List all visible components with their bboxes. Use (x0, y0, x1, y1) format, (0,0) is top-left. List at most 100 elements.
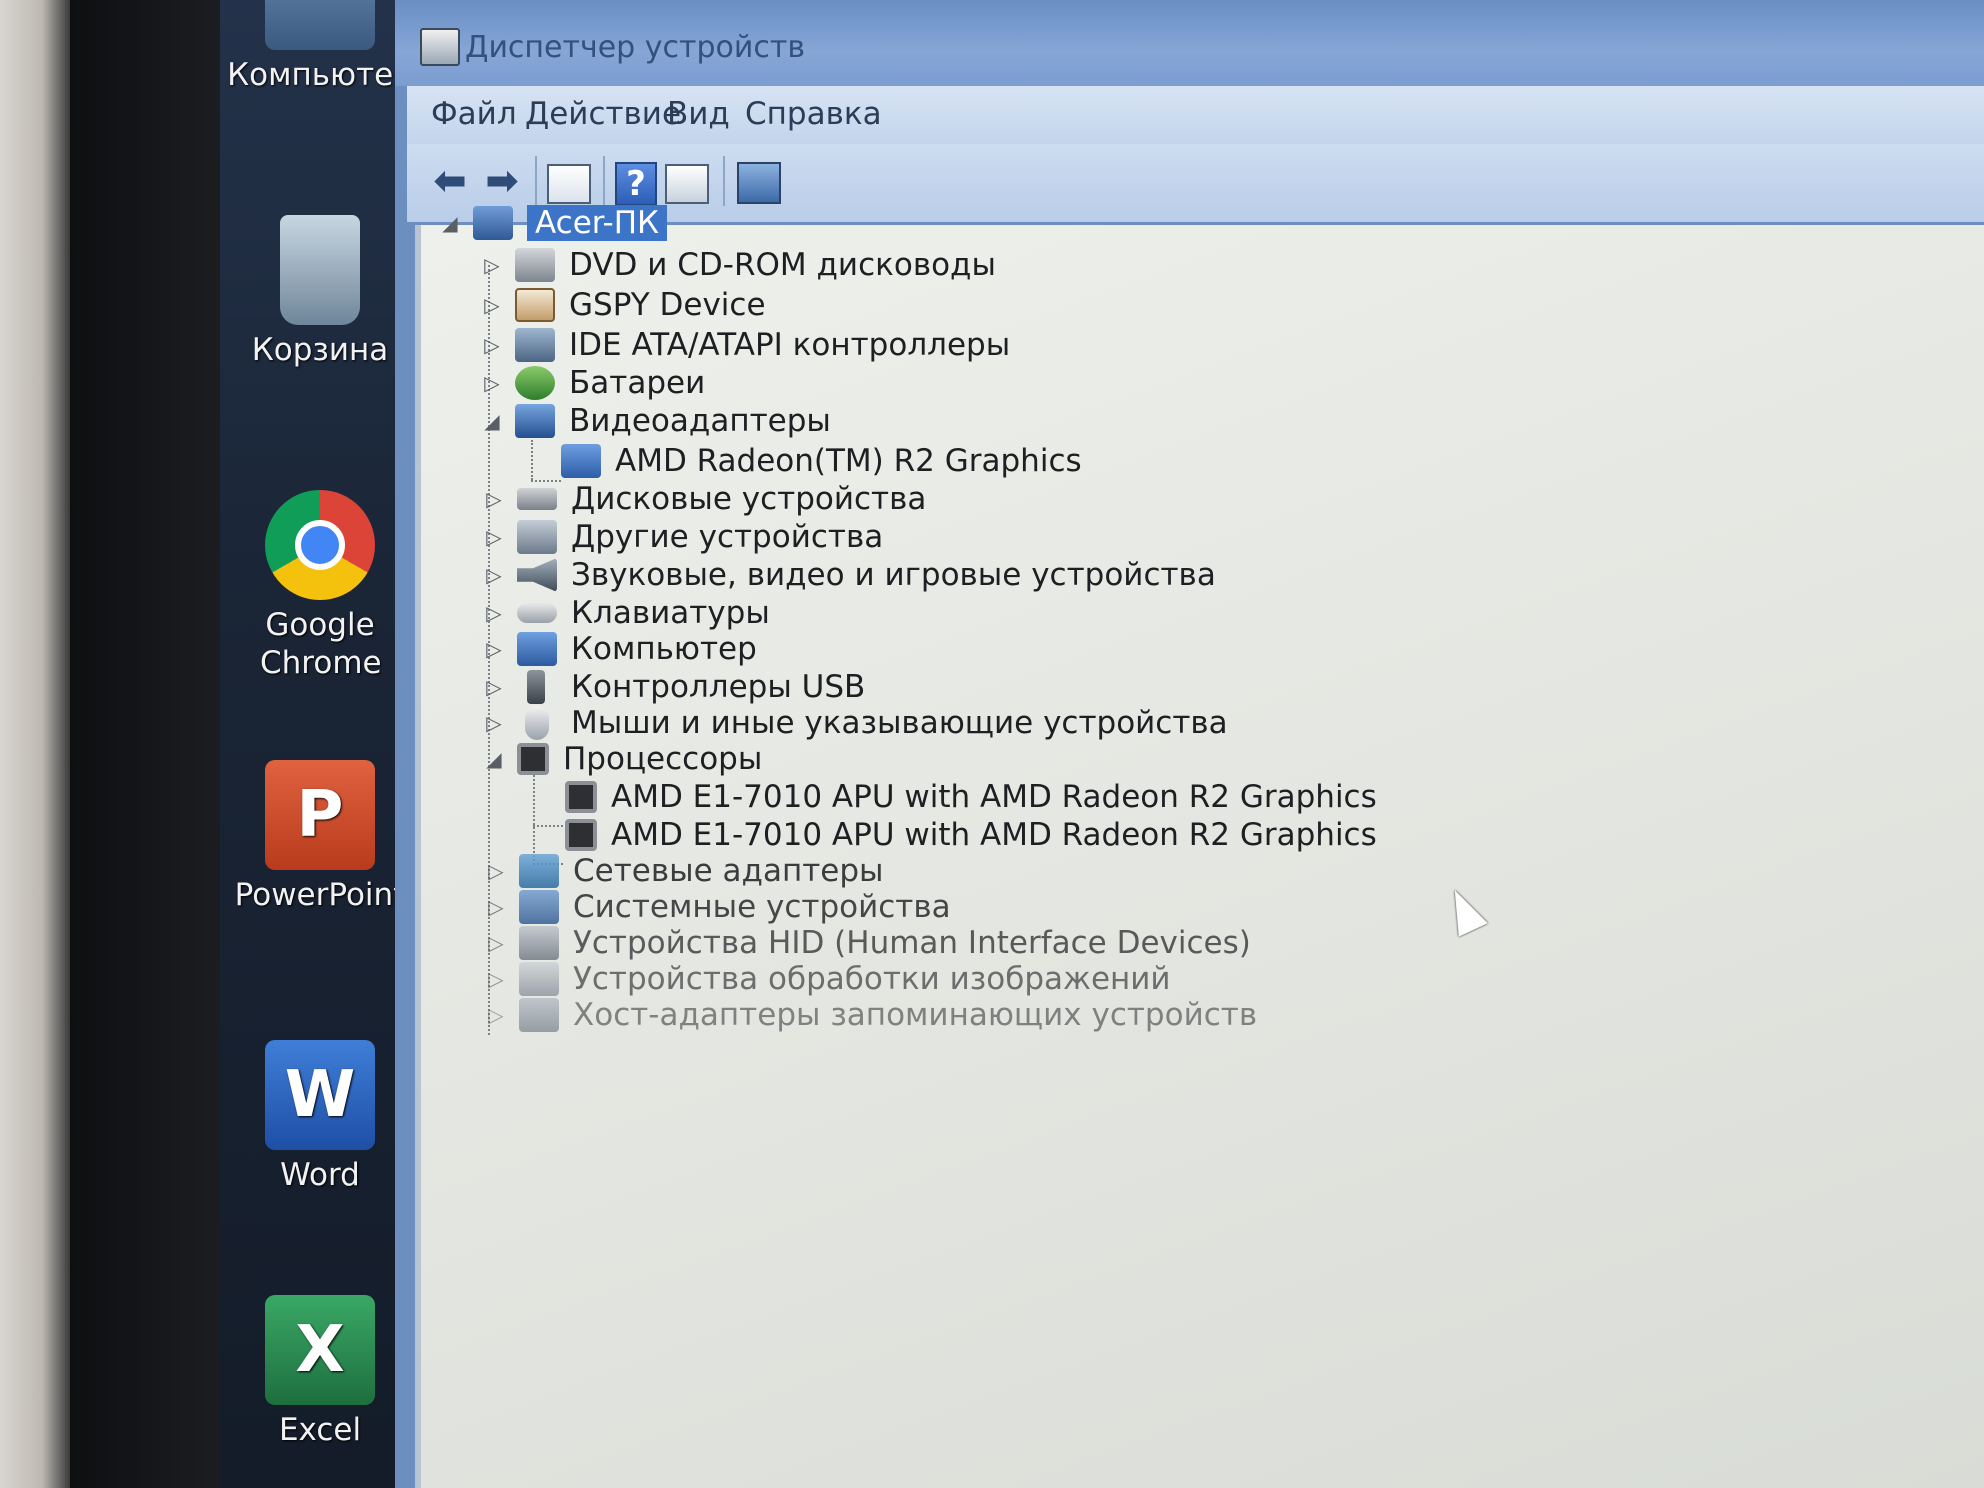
tree-item-label: Батареи (569, 365, 706, 401)
expand-icon[interactable]: ▷ (485, 859, 507, 883)
forward-arrow-icon[interactable]: ➡ (479, 158, 525, 204)
help-icon[interactable]: ? (615, 162, 657, 206)
tree-line (533, 825, 563, 827)
desktop-icon-chrome[interactable]: Google Chrome (220, 490, 420, 682)
window-title: Диспетчер устройств (465, 30, 806, 65)
toolbar-separator (723, 156, 725, 206)
tree-item-label: Хост-адаптеры запоминающих устройств (573, 997, 1258, 1033)
expand-icon[interactable]: ▷ (485, 967, 507, 991)
expand-icon[interactable]: ▷ (485, 1003, 507, 1027)
tree-root-label: Acer-ПК (527, 205, 668, 241)
desktop-icon-powerpoint[interactable]: P PowerPoint (220, 760, 420, 914)
tree-item-label: IDE ATA/ATAPI контроллеры (569, 327, 1011, 363)
usb-icon (527, 670, 545, 704)
toolbar-separator (603, 156, 605, 206)
tree-subitem[interactable]: AMD E1-7010 APU with AMD Radeon R2 Graph… (565, 777, 1377, 817)
expand-icon[interactable]: ▷ (483, 525, 505, 549)
desktop-icon-label: Excel (278, 1412, 362, 1448)
tree-item[interactable]: ▷ Дисковые устройства (483, 479, 926, 519)
tree-item-label: Компьютер (571, 631, 757, 667)
tree-item[interactable]: ▷ Устройства обработки изображений (485, 959, 1171, 999)
system-devices-icon (519, 890, 559, 924)
menu-bar: Файл Действие Вид Справка (407, 86, 1984, 144)
tree-item-label: Дисковые устройства (571, 481, 927, 517)
tree-item-label: Процессоры (563, 741, 763, 777)
tree-item[interactable]: ▷ Звуковые, видео и игровые устройства (483, 555, 1216, 595)
recycle-bin-icon (280, 215, 360, 325)
collapse-icon[interactable]: ◢ (439, 211, 461, 235)
toolbar-separator (535, 156, 537, 206)
tree-item-label: Звуковые, видео и игровые устройства (571, 557, 1216, 593)
expand-icon[interactable]: ▷ (481, 253, 503, 277)
network-adapter-icon (519, 854, 559, 888)
tree-subitem[interactable]: AMD E1-7010 APU with AMD Radeon R2 Graph… (565, 815, 1377, 855)
desktop-icon-label: Корзина (251, 332, 389, 368)
tree-item-label: Клавиатуры (571, 595, 770, 631)
tree-item-label: Устройства обработки изображений (573, 961, 1171, 997)
excel-icon: X (265, 1295, 375, 1405)
collapse-icon[interactable]: ◢ (483, 747, 505, 771)
tree-item-label: GSPY Device (569, 287, 766, 323)
desktop-icon-word[interactable]: W Word (220, 1040, 420, 1194)
tree-item[interactable]: ▷ Сетевые адаптеры (485, 851, 884, 891)
tree-item-label: DVD и CD-ROM дисководы (569, 247, 996, 283)
expand-icon[interactable]: ▷ (481, 371, 503, 395)
tree-item[interactable]: ▷ Батареи (481, 363, 705, 403)
menu-help[interactable]: Справка (745, 96, 882, 132)
expand-icon[interactable]: ▷ (483, 601, 505, 625)
tree-item[interactable]: ▷ Устройства HID (Human Interface Device… (485, 923, 1251, 963)
tree-item[interactable]: ▷ DVD и CD-ROM дисководы (481, 245, 996, 285)
tree-item-label: Другие устройства (571, 519, 884, 555)
menu-file[interactable]: Файл (431, 96, 517, 132)
tree-item[interactable]: ▷ Клавиатуры (483, 593, 770, 633)
tree-item-label: Мыши и иные указывающие устройства (571, 705, 1228, 741)
properties-icon[interactable] (547, 164, 591, 204)
cpu-icon (565, 819, 597, 851)
tree-item[interactable]: ▷ Системные устройства (485, 887, 950, 927)
expand-icon[interactable]: ▷ (485, 895, 507, 919)
computer-icon (517, 632, 557, 666)
tree-item[interactable]: ◢ Процессоры (483, 739, 762, 779)
expand-icon[interactable]: ▷ (481, 293, 503, 317)
expand-icon[interactable]: ▷ (483, 675, 505, 699)
expand-icon[interactable]: ▷ (483, 637, 505, 661)
tree-item[interactable]: ▷ IDE ATA/ATAPI контроллеры (481, 325, 1010, 365)
battery-icon (515, 366, 555, 400)
tree-item[interactable]: ▷ Мыши и иные указывающие устройства (483, 703, 1228, 743)
imaging-devices-icon (519, 962, 559, 996)
tree-item[interactable]: ▷ Другие устройства (483, 517, 883, 557)
collapse-icon[interactable]: ◢ (481, 409, 503, 433)
computer-icon (265, 0, 375, 50)
title-bar[interactable]: Диспетчер устройств (395, 0, 1984, 86)
expand-icon[interactable]: ▷ (483, 711, 505, 735)
tree-item[interactable]: ▷ GSPY Device (481, 285, 766, 325)
expand-icon[interactable]: ▷ (481, 333, 503, 357)
ide-controller-icon (515, 328, 555, 362)
tree-item[interactable]: ▷ Хост-адаптеры запоминающих устройств (485, 995, 1257, 1035)
desktop-icon-label: Компьютер (227, 57, 413, 93)
expand-icon[interactable]: ▷ (485, 931, 507, 955)
desktop-icon-computer[interactable]: Компьютер (220, 0, 420, 94)
menu-action[interactable]: Действие (525, 96, 681, 132)
device-manager-icon (420, 28, 460, 66)
tree-item[interactable]: ▷ Компьютер (483, 629, 757, 669)
expand-icon[interactable]: ▷ (483, 487, 505, 511)
scan-hardware-icon[interactable] (737, 162, 781, 204)
desktop-icon-label: PowerPoint (234, 877, 406, 913)
tree-item-label: AMD Radeon(TM) R2 Graphics (615, 443, 1082, 479)
tree-item-label: Сетевые адаптеры (573, 853, 884, 889)
tree-item[interactable]: ▷ Контроллеры USB (483, 667, 865, 707)
update-driver-icon[interactable] (665, 164, 709, 204)
device-tree[interactable]: ◢ Acer-ПК ▷ DVD и CD-ROM дисководы ▷ GSP… (415, 205, 1984, 1488)
back-arrow-icon[interactable]: ⬅ (427, 158, 473, 204)
desktop-icon-label: Google Chrome (260, 607, 382, 681)
other-devices-icon (517, 520, 557, 554)
expand-icon[interactable]: ▷ (483, 563, 505, 587)
tree-item-label: Контроллеры USB (571, 669, 866, 705)
desktop-icon-excel[interactable]: X Excel (220, 1295, 420, 1449)
tree-root[interactable]: ◢ Acer-ПК (439, 203, 668, 243)
tree-item[interactable]: ◢ Видеоадаптеры (481, 401, 831, 441)
menu-view[interactable]: Вид (667, 96, 730, 132)
desktop-icon-recycle-bin[interactable]: Корзина (220, 215, 420, 369)
tree-subitem[interactable]: AMD Radeon(TM) R2 Graphics (561, 441, 1082, 481)
